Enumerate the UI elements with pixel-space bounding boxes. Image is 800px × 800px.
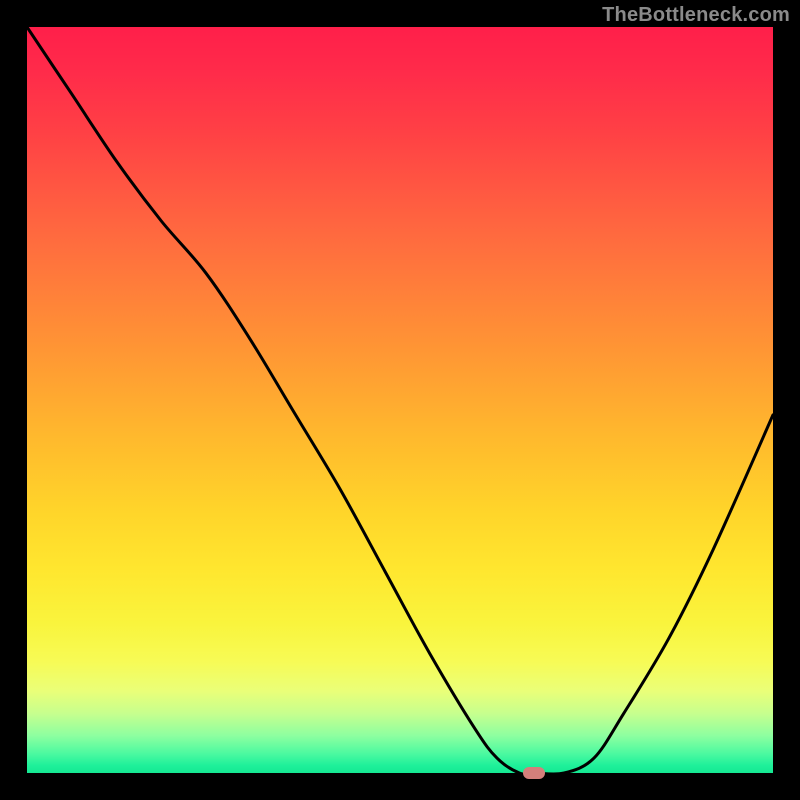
bottleneck-curve — [27, 27, 773, 773]
optimal-point-marker — [523, 767, 545, 779]
watermark-label: TheBottleneck.com — [602, 4, 790, 27]
chart-frame: TheBottleneck.com — [0, 0, 800, 800]
curve-path — [27, 27, 773, 773]
chart-plot-area — [27, 27, 773, 773]
